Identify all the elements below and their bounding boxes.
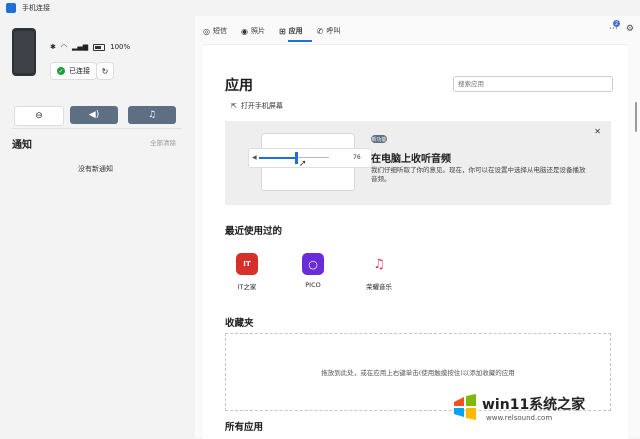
tab-apps[interactable]: ⊞ 应用 bbox=[279, 26, 303, 36]
watermark-text: win11系统之家 bbox=[482, 397, 586, 413]
volume-slider-illustration: ◀ 76 ➚ bbox=[248, 148, 372, 169]
phone-call-icon: ✆ bbox=[316, 26, 324, 36]
clear-all-button[interactable]: 全部清除 bbox=[150, 137, 176, 147]
search-input[interactable] bbox=[453, 76, 613, 92]
divider bbox=[12, 128, 182, 129]
honor-music-icon: ♫ bbox=[368, 253, 390, 275]
right-pane: ◎短信 ◉照片 ⊞应用 ✆呼叫 ⋯2 ⚙ 应用 ⇱ 打开手机屏幕 ◀ 76 ➚ bbox=[195, 16, 640, 439]
apps-icon: ⊞ bbox=[278, 26, 286, 36]
notifications-title: 通知 bbox=[12, 140, 32, 151]
recent-apps-title: 最近使用过的 bbox=[225, 226, 283, 237]
tab-bar: ◎ 短信 ◉ 照片 ⊞ 应用 ✆ 呼叫 bbox=[203, 26, 340, 36]
windows-logo-icon bbox=[454, 394, 476, 420]
open-screen-icon: ⇱ bbox=[231, 102, 237, 110]
watermark: win11系统之家 www.relsound.com bbox=[448, 388, 638, 438]
signal-icon: ▂▄▆ bbox=[71, 43, 89, 51]
app-pico[interactable]: ○ PICO bbox=[291, 253, 335, 291]
slider-knob bbox=[295, 152, 298, 164]
favorites-title: 收藏夹 bbox=[225, 318, 254, 329]
minus-circle-icon: ⊖ bbox=[35, 111, 43, 121]
tab-calls[interactable]: ✆ 呼叫 bbox=[317, 26, 341, 36]
all-apps-title: 所有应用 bbox=[225, 422, 264, 433]
tab-photos[interactable]: ◉ 照片 bbox=[241, 26, 265, 36]
notification-badge: 2 bbox=[612, 20, 620, 27]
scrollbar[interactable] bbox=[635, 102, 637, 132]
feature-banner: ◀ 76 ➚ 新功能 在电脑上收听音频 我们仔细听取了你的意见。现在，你可以在设… bbox=[225, 121, 611, 205]
banner-title: 在电脑上收听音频 bbox=[371, 154, 451, 165]
app-logo-icon bbox=[6, 3, 16, 13]
connection-status[interactable]: ✓ 已连接 bbox=[50, 62, 97, 80]
top-right-icons: ⋯ 2 ⚙ bbox=[609, 20, 634, 34]
close-icon[interactable]: ✕ bbox=[594, 127, 601, 136]
left-pane: ✱ ◠ ▂▄▆ 100% ✓ 已连接 ↻ ⊖ ◀) ♫ 通知 全部清除 没有新通… bbox=[0, 16, 195, 438]
app-honor-music[interactable]: ♫ 荣耀音乐 bbox=[357, 253, 401, 291]
wifi-icon: ◠ bbox=[60, 43, 67, 51]
recent-apps-list: IT IT之家 ○ PICO ♫ 荣耀音乐 bbox=[225, 253, 401, 291]
settings-gear-icon[interactable]: ⚙ bbox=[626, 24, 634, 34]
notification-bell-icon[interactable]: ⋯ 2 bbox=[609, 20, 620, 34]
check-icon: ✓ bbox=[57, 67, 65, 75]
refresh-button[interactable]: ↻ bbox=[96, 62, 114, 80]
connection-status-label: 已连接 bbox=[69, 67, 90, 75]
cursor-icon: ➚ bbox=[299, 159, 307, 169]
window-title: 手机连接 bbox=[22, 4, 50, 12]
no-notifications-text: 没有新通知 bbox=[78, 165, 113, 173]
speaker-icon: ◀) bbox=[88, 110, 100, 120]
device-status-row: ✱ ◠ ▂▄▆ 100% bbox=[50, 43, 130, 51]
volume-button[interactable]: ◀) bbox=[70, 106, 118, 124]
music-button[interactable]: ♫ bbox=[128, 106, 176, 124]
active-tab-indicator bbox=[288, 40, 312, 42]
volume-value: 76 bbox=[353, 154, 361, 161]
bluetooth-icon: ✱ bbox=[50, 43, 56, 51]
message-icon: ◎ bbox=[203, 26, 210, 36]
music-note-icon: ♫ bbox=[147, 110, 157, 120]
battery-percent: 100% bbox=[110, 43, 131, 51]
page-title: 应用 bbox=[225, 78, 253, 94]
new-feature-pill: 新功能 bbox=[371, 135, 387, 143]
pico-icon: ○ bbox=[302, 253, 324, 275]
photo-icon: ◉ bbox=[240, 26, 248, 36]
tab-messages[interactable]: ◎ 短信 bbox=[203, 26, 227, 36]
do-not-disturb-button[interactable]: ⊖ bbox=[14, 106, 64, 126]
banner-description: 我们仔细听取了你的意见。现在，你可以在设置中选择从电脑还是设备播放音频。 bbox=[371, 166, 586, 183]
open-phone-screen-button[interactable]: ⇱ 打开手机屏幕 bbox=[231, 101, 283, 111]
watermark-url: www.relsound.com bbox=[486, 414, 553, 422]
phone-image bbox=[12, 28, 36, 76]
battery-icon bbox=[93, 43, 106, 51]
app-ithome[interactable]: IT IT之家 bbox=[225, 253, 269, 291]
audio-illustration: ◀ 76 ➚ bbox=[248, 133, 372, 191]
title-bar: 手机连接 bbox=[0, 0, 640, 16]
ithome-icon: IT bbox=[236, 253, 258, 275]
apps-page: 应用 ⇱ 打开手机屏幕 ◀ 76 ➚ 新功能 在电脑上收听音频 我们仔细听取了你… bbox=[203, 44, 628, 439]
speaker-small-icon: ◀ bbox=[252, 154, 257, 161]
